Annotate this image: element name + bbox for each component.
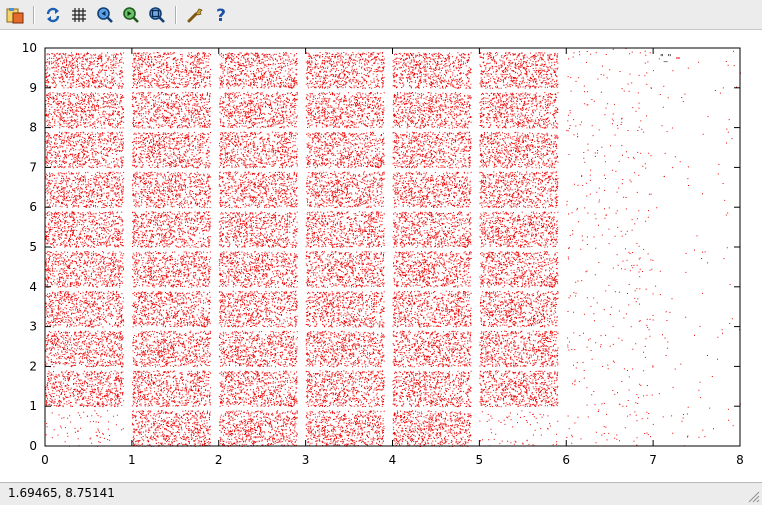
- x-tick-label: 5: [476, 453, 484, 467]
- zoom-next-button[interactable]: [120, 4, 142, 26]
- grid-button[interactable]: [68, 4, 90, 26]
- x-tick-label: 3: [302, 453, 310, 467]
- y-tick-label: 10: [22, 41, 37, 55]
- data-points: [45, 48, 741, 447]
- replot-button[interactable]: [42, 4, 64, 26]
- y-tick-label: 8: [29, 121, 37, 135]
- unzoom-button[interactable]: [146, 4, 168, 26]
- zoom-next-icon: [123, 7, 139, 23]
- zoom-previous-icon: [97, 7, 113, 23]
- status-bar: 1.69465, 8.75141: [0, 482, 762, 505]
- y-tick-label: 5: [29, 240, 37, 254]
- help-button[interactable]: ?: [210, 4, 232, 26]
- grid-icon: [72, 8, 86, 22]
- y-tick-label: 7: [29, 160, 37, 174]
- scatter-chart[interactable]: 0 1 2 3 4 5 6 7 8 0 1 2 3 4 5 6 7 8 9 10 "_": [0, 31, 762, 481]
- y-tick-label: 1: [29, 399, 37, 413]
- svg-text:?: ?: [216, 6, 226, 24]
- x-tick-label: 6: [562, 453, 570, 467]
- x-tick-label: 2: [215, 453, 223, 467]
- y-tick-label: 6: [29, 200, 37, 214]
- resize-grip-icon[interactable]: [746, 489, 760, 503]
- scatter-points: [45, 48, 741, 447]
- x-tick-label: 7: [649, 453, 657, 467]
- legend-label: "_": [660, 53, 671, 62]
- y-tick-label: 0: [29, 439, 37, 453]
- x-tick-label: 4: [389, 453, 397, 467]
- plot-area[interactable]: 0 1 2 3 4 5 6 7 8 0 1 2 3 4 5 6 7 8 9 10 "_": [0, 31, 762, 481]
- zoom-previous-button[interactable]: [94, 4, 116, 26]
- export-button[interactable]: [4, 4, 26, 26]
- toolbar-separator: [33, 6, 35, 24]
- toolbar: ?: [0, 0, 762, 30]
- x-tick-label: 8: [736, 453, 744, 467]
- toolbar-separator: [175, 6, 177, 24]
- replot-icon: [46, 7, 60, 23]
- x-tick-label: 0: [41, 453, 49, 467]
- help-icon: ?: [216, 6, 226, 24]
- options-button[interactable]: [184, 4, 206, 26]
- unzoom-icon: [149, 7, 165, 23]
- y-tick-label: 2: [29, 359, 37, 373]
- cursor-coordinates: 1.69465, 8.75141: [8, 486, 115, 500]
- x-tick-label: 1: [128, 453, 136, 467]
- export-icon: [6, 8, 24, 24]
- y-tick-label: 9: [29, 81, 37, 95]
- options-icon: [187, 8, 203, 23]
- y-tick-label: 4: [29, 280, 37, 294]
- y-tick-label: 3: [29, 320, 37, 334]
